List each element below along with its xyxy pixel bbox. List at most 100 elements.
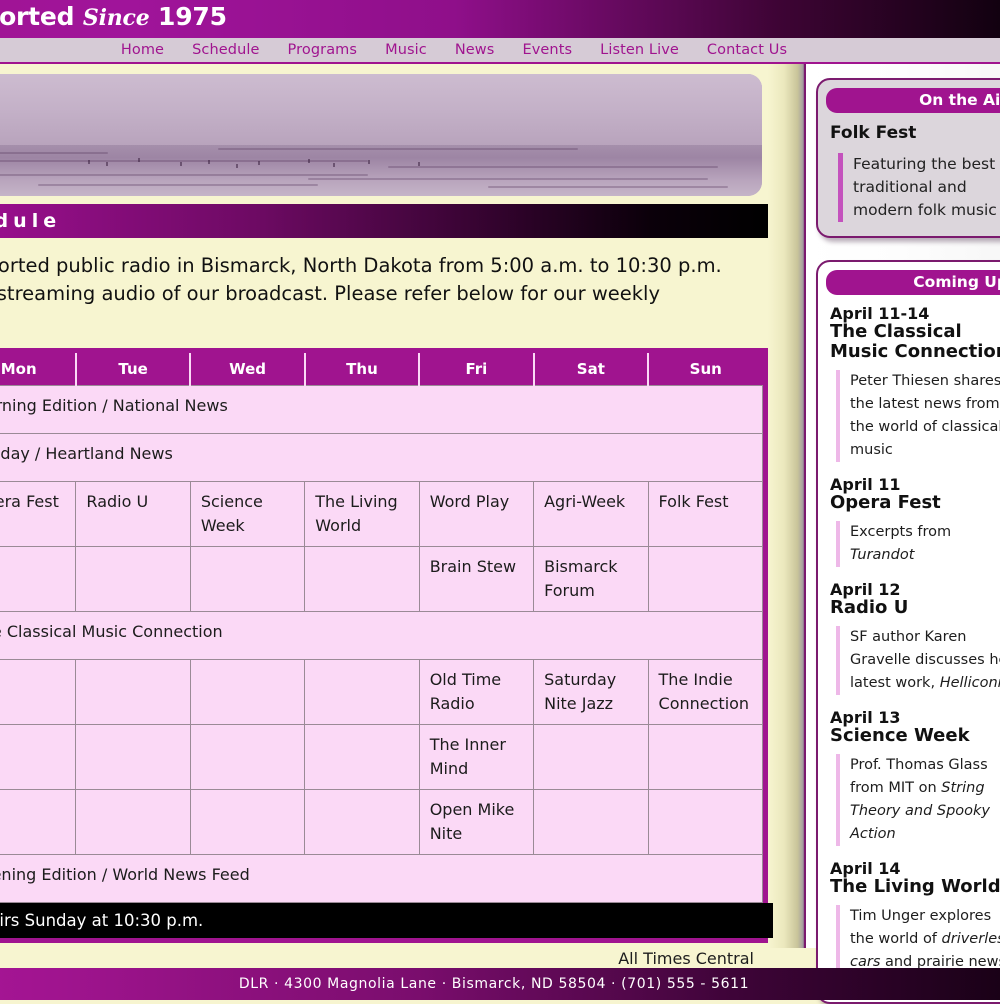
schedule-program-cell: Science Week xyxy=(189,480,306,547)
coming-up-date: April 13 xyxy=(830,708,901,727)
schedule-program-cell: Open Mike Nite xyxy=(418,788,535,855)
intro-paragraph: DLR is listener supported public radio i… xyxy=(0,252,742,336)
coming-up-blurb: Peter Thiesen shares the latest news fro… xyxy=(836,370,1000,462)
table-row: 2:00 p.m.The Classical Music Connection xyxy=(0,610,763,660)
nav-item-news[interactable]: News xyxy=(441,42,509,58)
coming-up-date: April 11 xyxy=(830,475,901,494)
page-root: Listener Supported Since 1975 Home Sched… xyxy=(0,0,1000,1004)
table-row: 7:00 p.m.Old Time RadioSaturday Nite Jaz… xyxy=(0,658,764,725)
schedule-program-cell xyxy=(304,723,420,790)
table-body: 5:00 a.m.Morning Edition / National News… xyxy=(0,384,764,903)
coming-up-blurb: Prof. Thomas Glass from MIT on String Th… xyxy=(836,754,1000,846)
schedule-program-cell xyxy=(533,788,649,855)
column-header-mon: Mon xyxy=(0,353,77,385)
schedule-program-cell xyxy=(304,788,420,855)
body-layout: Weekly Schedule DLR is listener supporte… xyxy=(0,64,1000,1004)
table-row: 1:00 p.m.Brain StewBismarck Forum xyxy=(0,545,764,612)
schedule-program-cell: The Classical Music Connection xyxy=(0,610,763,660)
on-the-air-blurb: Featuring the best in traditional and mo… xyxy=(838,153,1000,222)
coming-up-program-title: Radio U xyxy=(830,597,909,618)
coming-up-list: April 11-14 The Classical Music Connectio… xyxy=(830,305,1000,974)
weekly-schedule-table-frame: Time Mon Tue Wed Thu Fri Sat Sun 5:00 a.… xyxy=(0,348,773,943)
schedule-program-cell: Radio U xyxy=(75,480,191,547)
nav-item-programs[interactable]: Programs xyxy=(274,42,372,58)
banner-tagline-year: 1975 xyxy=(158,2,227,31)
photo-sky xyxy=(0,74,762,150)
nav-item-schedule[interactable]: Schedule xyxy=(178,42,273,58)
coming-up-program-title: The Living World xyxy=(830,876,1000,897)
schedule-program-cell xyxy=(0,723,77,790)
schedule-program-cell xyxy=(0,545,77,612)
on-the-air-panel: On the Air Folk Fest Featuring the best … xyxy=(816,78,1000,238)
schedule-program-cell xyxy=(189,545,306,612)
coming-up-blurb-emphasis: Helliconia xyxy=(939,675,1000,691)
coming-up-item: April 14 The Living World Tim Unger explor… xyxy=(830,860,1000,974)
schedule-program-cell xyxy=(0,788,77,855)
column-divider xyxy=(768,64,804,948)
coming-up-blurb: SF author Karen Gravelle discusses her l… xyxy=(836,626,1000,695)
schedule-program-cell xyxy=(304,545,420,612)
schedule-program-cell: Brain Stew xyxy=(418,545,535,612)
table-row: 9:00 p.m.Open Mike Nite xyxy=(0,788,764,855)
column-header-tue: Tue xyxy=(75,353,192,385)
coming-up-blurb: Excerpts from Turandot xyxy=(836,521,1000,567)
column-header-sat: Sat xyxy=(533,353,650,385)
coming-up-panel: Coming Up April 11-14 The Classical Music… xyxy=(816,260,1000,1004)
primary-navigation[interactable]: Home Schedule Programs Music News Events… xyxy=(0,38,1000,64)
schedule-program-cell: The Inner Mind xyxy=(418,723,535,790)
coming-up-date: April 11-14 xyxy=(830,304,930,323)
page-title: Weekly Schedule xyxy=(0,204,768,238)
nav-item-listen-live[interactable]: Listen Live xyxy=(586,42,693,58)
schedule-program-cell xyxy=(75,788,191,855)
coming-up-item: April 11 Opera Fest Excerpts from Turandot xyxy=(830,476,1000,567)
on-the-air-program-name: Folk Fest xyxy=(830,123,917,143)
schedule-program-cell: Agri-Week xyxy=(533,480,649,547)
schedule-program-cell xyxy=(647,788,764,855)
coming-up-date: April 14 xyxy=(830,859,901,878)
coming-up-blurb: Tim Unger explores the world of driverle… xyxy=(836,905,1000,974)
coming-up-program-title: Science Week xyxy=(830,725,970,746)
table-row: 5:00 a.m.Morning Edition / National News xyxy=(0,384,763,434)
table-row: 9:00 a.m.Midday / Heartland News xyxy=(0,432,763,482)
schedule-program-cell xyxy=(189,723,306,790)
nav-item-music[interactable]: Music xyxy=(371,42,441,58)
coming-up-title: Coming Up xyxy=(826,270,1000,295)
footer-contact-text: DLR · 4300 Magnolia Lane · Bismarck, ND … xyxy=(238,976,750,992)
main-content-column: Weekly Schedule DLR is listener supporte… xyxy=(0,64,773,968)
table-row: 8:00 p.m.The Inner Mind xyxy=(0,723,764,790)
nav-item-home[interactable]: Home xyxy=(107,42,178,58)
coming-up-program-title: The Classical Music Connection xyxy=(830,321,1000,362)
table-header-row: Time Mon Tue Wed Thu Fri Sat Sun xyxy=(0,353,763,385)
nav-item-events[interactable]: Events xyxy=(508,42,586,58)
schedule-program-cell: The Indie Connection xyxy=(647,658,764,725)
column-header-sun: Sun xyxy=(648,353,763,385)
column-header-fri: Fri xyxy=(419,353,535,385)
column-header-thu: Thu xyxy=(304,353,421,385)
coming-up-blurb-emphasis: Turandot xyxy=(850,547,915,563)
coming-up-item: April 13 Science Week Prof. Thomas Glass f… xyxy=(830,709,1000,846)
sidebar-column: On the Air Folk Fest Featuring the best … xyxy=(804,64,1000,1004)
coming-up-program-title: Opera Fest xyxy=(830,492,941,513)
schedule-program-cell: Midday / Heartland News xyxy=(0,432,763,482)
coming-up-item: April 11-14 The Classical Music Connectio… xyxy=(830,305,1000,462)
weekly-schedule-table: Time Mon Tue Wed Thu Fri Sat Sun 5:00 a.… xyxy=(0,353,764,903)
coming-up-item: April 12 Radio U SF author Karen Gravelle … xyxy=(830,581,1000,695)
banner-tagline-since: Since xyxy=(82,5,150,31)
nav-item-contact-us[interactable]: Contact Us xyxy=(693,42,801,58)
schedule-program-cell: The Living World xyxy=(304,480,420,547)
site-banner: Listener Supported Since 1975 xyxy=(0,0,1000,38)
table-row: 12:00 p.m.Opera FestRadio UScience WeekT… xyxy=(0,480,764,547)
schedule-program-cell xyxy=(75,658,191,725)
schedule-program-cell xyxy=(189,788,306,855)
schedule-program-cell: Opera Fest xyxy=(0,480,77,547)
schedule-program-cell xyxy=(647,723,764,790)
coming-up-date: April 12 xyxy=(830,580,901,599)
coming-up-blurb-emphasis: String Theory and Spooky Action xyxy=(850,780,991,842)
schedule-program-cell: Saturday Nite Jazz xyxy=(533,658,649,725)
schedule-program-cell xyxy=(75,723,191,790)
table-row: 10:00 p.m.Evening Edition / World News F… xyxy=(0,853,763,903)
prairie-landscape-photo xyxy=(0,74,762,196)
schedule-program-cell: Morning Edition / National News xyxy=(0,384,763,434)
banner-tagline-prefix: Listener Supported xyxy=(0,2,75,31)
intro-text-part2: to streaming audio of our broadcast. Ple… xyxy=(0,282,661,305)
